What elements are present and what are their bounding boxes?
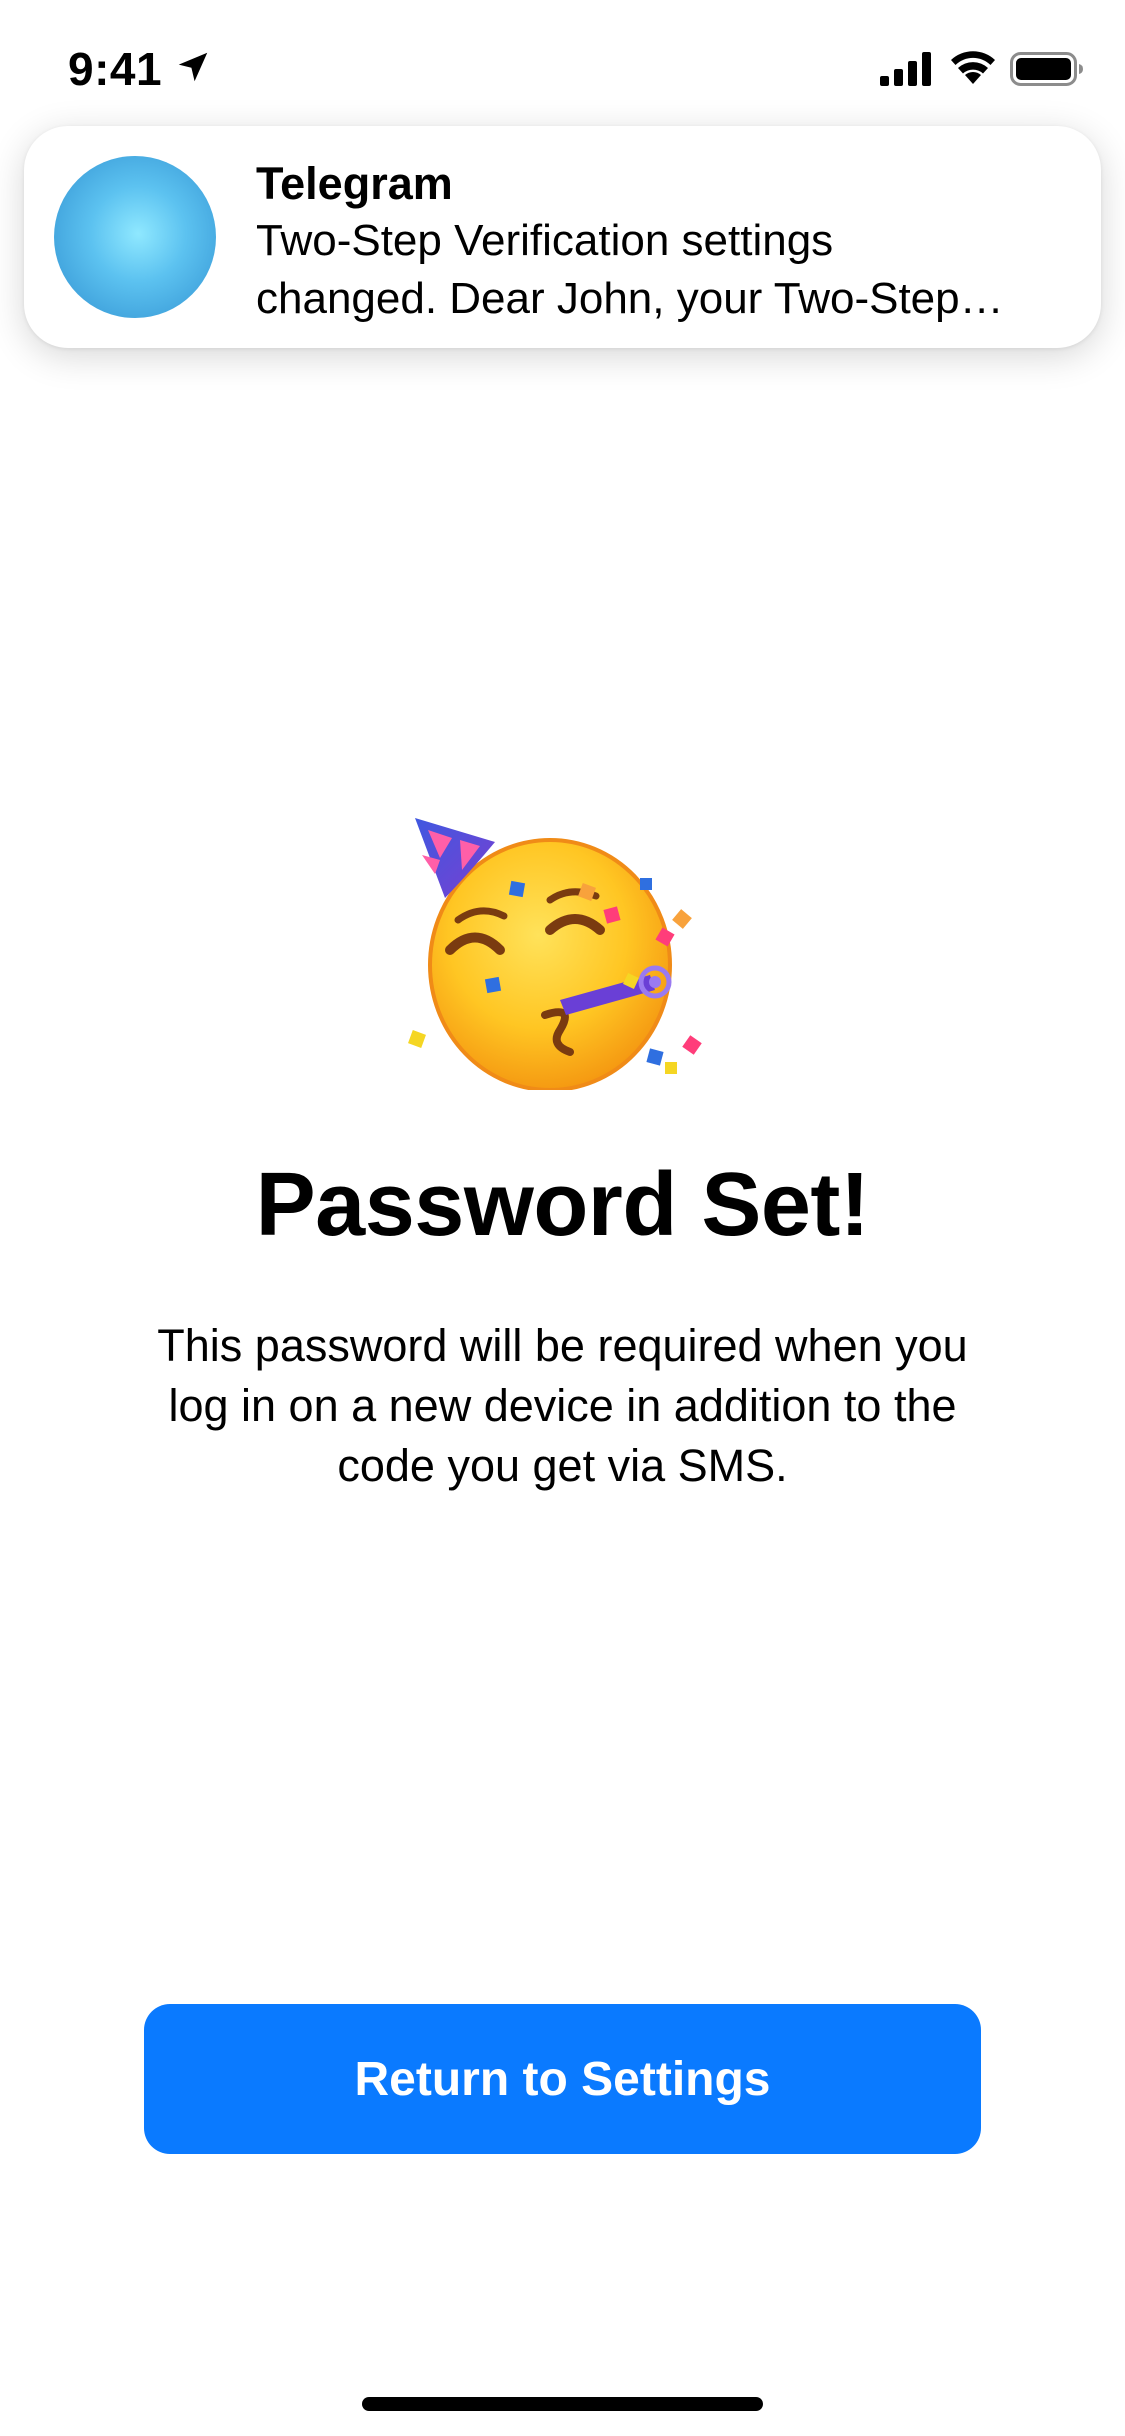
description-text: This password will be required when you … [100, 1316, 1025, 1496]
wifi-icon [951, 51, 995, 84]
description-line-1: This password will be required when you [157, 1320, 968, 1371]
home-indicator[interactable] [362, 2397, 763, 2411]
return-to-settings-button[interactable]: Return to Settings [144, 2004, 981, 2154]
notification-banner[interactable]: Telegram Two-Step Verification settings … [24, 126, 1101, 348]
screen: 9:41 Telegram Two-Step Verification sett… [0, 0, 1125, 2436]
partying-face-emoji-icon [408, 818, 702, 1090]
notification-line-1: Two-Step Verification settings [256, 216, 834, 265]
status-time: 9:41 [68, 43, 163, 95]
location-arrow-icon [178, 52, 208, 82]
notification-line-2: changed. Dear John, your Two-Step… [256, 274, 1004, 323]
page-title: Password Set! [255, 1155, 870, 1255]
notification-body: Two-Step Verification settings changed. … [256, 212, 1076, 328]
description-line-3: code you get via SMS. [337, 1440, 788, 1491]
status-bar: 9:41 [0, 0, 1125, 132]
notification-app-name: Telegram [256, 158, 453, 209]
description-line-2: log in on a new device in addition to th… [168, 1380, 957, 1431]
cellular-signal-icon [880, 52, 931, 86]
battery-icon [1010, 52, 1083, 86]
telegram-avatar-icon [54, 156, 216, 318]
